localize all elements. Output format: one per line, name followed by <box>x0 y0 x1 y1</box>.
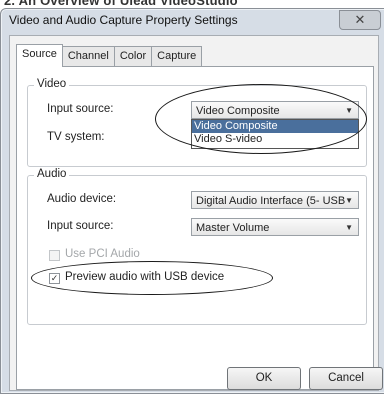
video-group-label: Video <box>34 78 70 90</box>
chevron-down-icon: ▼ <box>345 196 353 205</box>
page-caption: 2. An Overview of Ulead VideoStudio <box>4 0 238 8</box>
use-pci-audio-label: Use PCI Audio <box>65 248 140 260</box>
ok-button[interactable]: OK <box>227 367 301 390</box>
tab-color[interactable]: Color <box>113 46 153 67</box>
tab-capture[interactable]: Capture <box>151 46 203 67</box>
dialog-title: Video and Audio Capture Property Setting… <box>9 13 238 27</box>
audio-input-source-label: Input source: <box>47 220 114 232</box>
close-button[interactable]: ✕ <box>339 10 381 30</box>
dialog-client: Source Channel Color Capture Video Input… <box>9 35 379 391</box>
audio-input-source-select[interactable]: Master Volume ▼ <box>191 218 359 236</box>
tab-channel[interactable]: Channel <box>61 46 115 67</box>
source-tab-panel: Video Input source: Video Composite ▼ TV… <box>16 66 374 390</box>
audio-device-select[interactable]: Digital Audio Interface (5- USB ▼ <box>191 191 359 209</box>
audio-input-source-value: Master Volume <box>196 222 270 234</box>
tab-strip: Source Channel Color Capture <box>16 44 203 67</box>
cancel-button[interactable]: Cancel <box>309 367 383 390</box>
chevron-down-icon: ▼ <box>345 223 353 232</box>
use-pci-audio-checkbox[interactable] <box>49 250 60 261</box>
tv-system-label: TV system: <box>47 131 105 143</box>
dialog-window: Video and Audio Capture Property Setting… <box>0 8 384 394</box>
title-bar: Video and Audio Capture Property Setting… <box>1 9 384 31</box>
close-icon: ✕ <box>354 12 366 27</box>
audio-device-label: Audio device: <box>47 193 117 205</box>
tab-source[interactable]: Source <box>16 44 63 67</box>
annotation-ellipse-video <box>155 84 367 154</box>
audio-device-value: Digital Audio Interface (5- USB <box>196 195 346 207</box>
audio-group-label: Audio <box>34 168 70 180</box>
annotation-ellipse-preview <box>31 261 273 295</box>
video-input-source-label: Input source: <box>47 103 114 115</box>
